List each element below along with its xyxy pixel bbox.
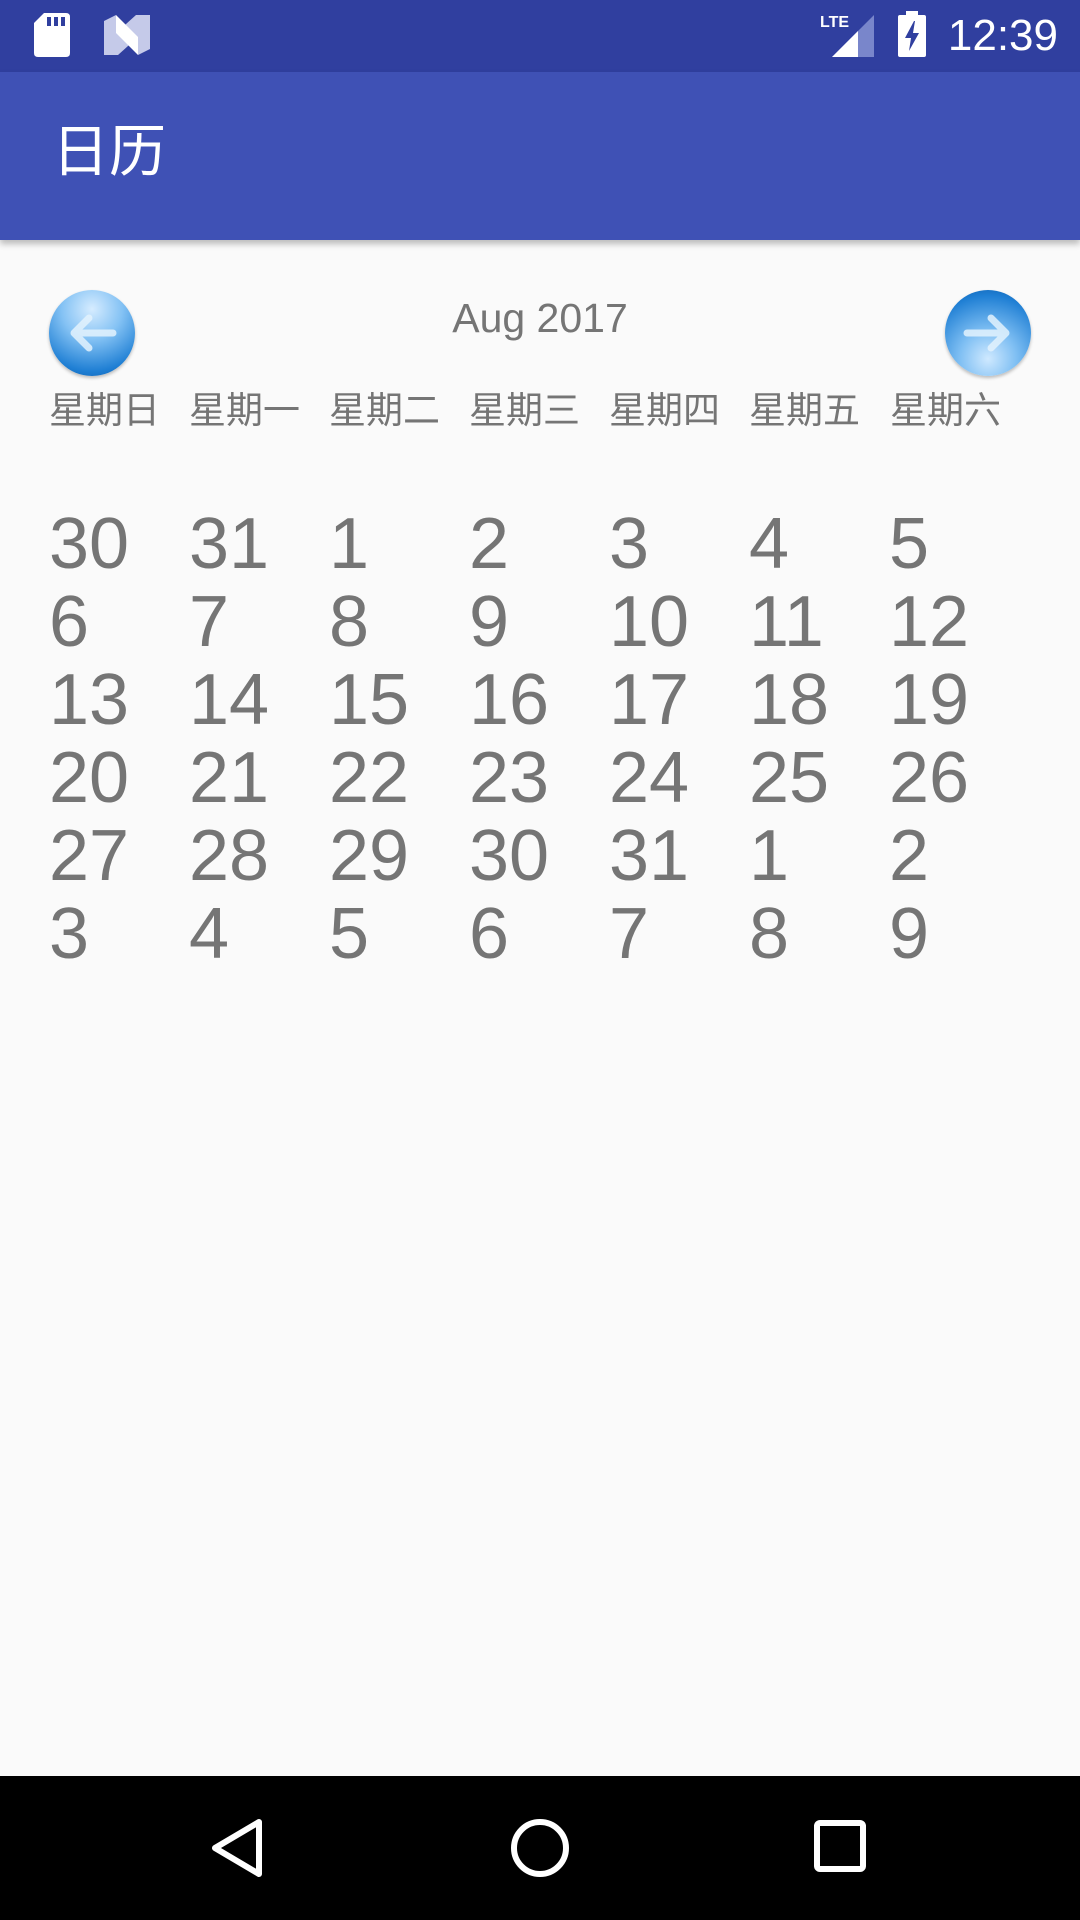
day-cell[interactable]: 30 <box>49 505 129 583</box>
day-cell[interactable]: 3 <box>49 895 89 973</box>
day-cell[interactable]: 13 <box>49 661 129 739</box>
day-cell[interactable]: 12 <box>889 583 969 661</box>
day-cell[interactable]: 28 <box>189 817 269 895</box>
day-cell[interactable]: 7 <box>609 895 649 973</box>
day-cell[interactable]: 6 <box>469 895 509 973</box>
day-cell[interactable]: 29 <box>329 817 409 895</box>
day-cell[interactable]: 9 <box>889 895 929 973</box>
battery-charging-icon <box>897 11 926 61</box>
day-cell[interactable]: 14 <box>189 661 269 739</box>
system-navigation-bar <box>0 1776 1080 1920</box>
day-cell[interactable]: 24 <box>609 739 689 817</box>
app-title: 日历 <box>52 119 166 185</box>
weekday-label: 星期一 <box>189 389 300 432</box>
day-cell[interactable]: 17 <box>609 661 689 739</box>
day-cell[interactable]: 9 <box>469 583 509 661</box>
back-icon[interactable] <box>205 1816 269 1884</box>
day-cell[interactable]: 23 <box>469 739 549 817</box>
day-cell[interactable]: 5 <box>329 895 369 973</box>
day-cell[interactable]: 4 <box>749 505 789 583</box>
day-cell[interactable]: 1 <box>749 817 789 895</box>
weekday-label: 星期六 <box>890 389 1001 432</box>
month-label: Aug 2017 <box>452 295 628 341</box>
day-cell[interactable]: 1 <box>329 505 369 583</box>
day-cell[interactable]: 26 <box>889 739 969 817</box>
day-cell[interactable]: 5 <box>889 505 929 583</box>
day-cell[interactable]: 2 <box>889 817 929 895</box>
day-cell[interactable]: 7 <box>189 583 229 661</box>
weekday-label: 星期二 <box>329 389 440 432</box>
day-cell[interactable]: 31 <box>609 817 689 895</box>
day-cell[interactable]: 3 <box>609 505 649 583</box>
month-navigation: Aug 2017 <box>0 280 1080 380</box>
day-cell[interactable]: 20 <box>49 739 129 817</box>
day-cell[interactable]: 21 <box>189 739 269 817</box>
weekday-label: 星期三 <box>469 389 580 432</box>
day-cell[interactable]: 2 <box>469 505 509 583</box>
day-cell[interactable]: 15 <box>329 661 409 739</box>
weekday-label: 星期五 <box>749 389 860 432</box>
day-cell[interactable]: 16 <box>469 661 549 739</box>
day-cell[interactable]: 10 <box>609 583 689 661</box>
n-logo-icon <box>104 15 150 59</box>
recents-icon[interactable] <box>814 1818 866 1878</box>
day-cell[interactable]: 8 <box>329 583 369 661</box>
weekday-label: 星期四 <box>609 389 720 432</box>
day-cell[interactable]: 4 <box>189 895 229 973</box>
sd-card-icon <box>34 13 70 61</box>
day-cell[interactable]: 30 <box>469 817 549 895</box>
app-bar: 日历 <box>0 72 1080 240</box>
day-cell[interactable]: 8 <box>749 895 789 973</box>
lte-signal-icon: LTE <box>820 11 876 61</box>
day-cell[interactable]: 6 <box>49 583 89 661</box>
clock: 12:39 <box>947 11 1058 60</box>
arrow-right-icon <box>963 314 1010 352</box>
svg-text:LTE: LTE <box>820 14 849 31</box>
weekday-label: 星期日 <box>49 389 160 432</box>
day-cell[interactable]: 27 <box>49 817 129 895</box>
day-cell[interactable]: 11 <box>749 583 824 661</box>
day-cell[interactable]: 25 <box>749 739 829 817</box>
home-icon[interactable] <box>510 1816 570 1884</box>
next-month-button[interactable] <box>945 290 1031 376</box>
status-bar: LTE 12:39 <box>0 0 1080 72</box>
day-cell[interactable]: 31 <box>189 505 269 583</box>
day-cell[interactable]: 18 <box>749 661 829 739</box>
day-cell[interactable]: 22 <box>329 739 409 817</box>
day-cell[interactable]: 19 <box>889 661 969 739</box>
